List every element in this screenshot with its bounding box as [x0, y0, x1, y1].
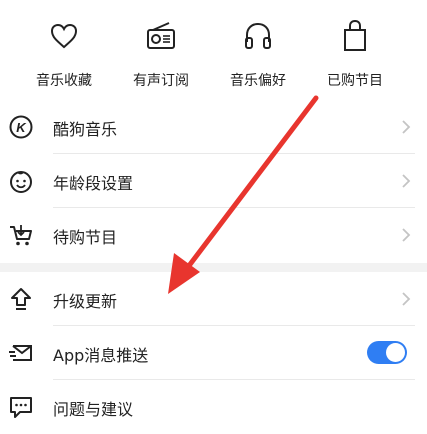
menu-item-upgrade[interactable]: 升级更新: [0, 272, 427, 326]
radio-icon: [147, 22, 175, 49]
audiobook-subscription-label: 有声订阅: [133, 73, 189, 89]
chevron-right-icon: [402, 292, 411, 306]
menu-item-label: 年龄段设置: [53, 174, 134, 193]
cart-icon: [10, 225, 32, 246]
headphones-icon: [245, 22, 271, 49]
music-collection-label: 音乐收藏: [36, 73, 92, 89]
menu-item-label: 待购节目: [53, 228, 118, 247]
section-gap: [0, 263, 427, 272]
chevron-right-icon: [402, 228, 411, 242]
menu-item-age-setting[interactable]: 年龄段设置: [0, 154, 427, 208]
upload-arrow-icon: [11, 288, 31, 310]
toggle-knob: [386, 343, 405, 362]
baby-face-icon: [10, 171, 32, 193]
kugou-logo-icon: K: [9, 115, 33, 139]
push-notification-toggle[interactable]: [367, 341, 407, 364]
menu-item-label: App消息推送: [53, 346, 149, 365]
svg-text:K: K: [16, 120, 27, 135]
message-icon: [9, 345, 32, 361]
audiobook-subscription-button[interactable]: 有声订阅: [111, 0, 211, 104]
shopping-bag-icon: [344, 19, 366, 51]
menu-item-label: 升级更新: [53, 292, 118, 311]
menu-item-pending-programs[interactable]: 待购节目: [0, 208, 427, 262]
music-preference-label: 音乐偏好: [230, 73, 286, 89]
quick-access-grid: 音乐收藏 有声订阅 音乐偏好 已购节目: [0, 0, 427, 104]
purchased-programs-label: 已购节目: [327, 73, 383, 89]
music-preference-button[interactable]: 音乐偏好: [208, 0, 308, 104]
music-collection-button[interactable]: 音乐收藏: [14, 0, 114, 104]
menu-item-kugou-music[interactable]: K 酷狗音乐: [0, 100, 427, 154]
menu-item-label: 问题与建议: [53, 400, 134, 419]
menu-item-feedback[interactable]: 问题与建议: [0, 380, 427, 434]
menu-item-label: 酷狗音乐: [53, 120, 118, 139]
chevron-right-icon: [402, 120, 411, 134]
menu-item-push-notifications: App消息推送: [0, 326, 427, 380]
heart-icon: [50, 23, 78, 49]
chat-icon: [10, 397, 32, 418]
chevron-right-icon: [402, 174, 411, 188]
purchased-programs-button[interactable]: 已购节目: [305, 0, 405, 104]
